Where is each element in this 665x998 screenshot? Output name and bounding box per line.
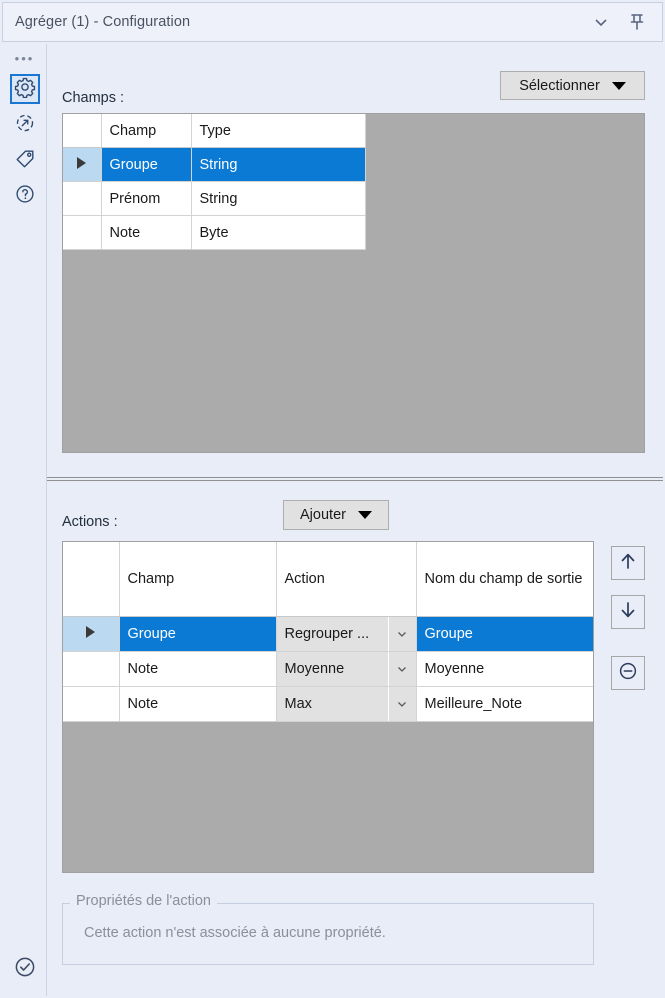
refresh-arrow-icon (14, 112, 36, 139)
check-circle-icon (13, 955, 37, 984)
pin-icon[interactable] (626, 11, 648, 33)
select-fields-label: Sélectionner (519, 77, 600, 94)
chevron-down-icon[interactable] (387, 652, 416, 686)
chevron-down-icon[interactable] (387, 687, 416, 721)
action-properties-message: Cette action n'est associée à aucune pro… (84, 925, 386, 941)
row-marker[interactable] (63, 616, 120, 652)
add-action-button[interactable]: Ajouter (283, 500, 389, 530)
rail-item-refresh[interactable] (10, 110, 40, 140)
fields-grid[interactable]: Champ Type Groupe String Prénom String N… (62, 113, 645, 453)
action-output-name-cell[interactable]: Meilleure_Note (416, 686, 593, 722)
arrow-up-icon (617, 550, 639, 577)
field-name-cell[interactable]: Note (101, 215, 192, 250)
move-up-button[interactable] (611, 546, 645, 580)
chevron-down-icon[interactable] (387, 617, 416, 651)
field-type-cell[interactable]: Byte (191, 215, 366, 250)
move-down-button[interactable] (611, 595, 645, 629)
rail-item-tags[interactable] (10, 146, 40, 176)
table-row[interactable]: Note Max Meilleure_Note (63, 686, 593, 722)
rail-item-validate[interactable] (10, 954, 40, 984)
panel-splitter[interactable] (47, 477, 663, 481)
action-output-name-cell[interactable]: Moyenne (416, 651, 593, 687)
actions-header-rowmarker (63, 542, 120, 617)
fields-header-champ[interactable]: Champ (101, 114, 192, 148)
table-row[interactable]: Note Byte (63, 215, 366, 250)
row-marker[interactable] (63, 147, 102, 182)
rail-item-help[interactable] (10, 181, 40, 211)
add-action-label: Ajouter (300, 507, 346, 523)
remove-action-button[interactable] (611, 656, 645, 690)
fields-header-row: Champ Type (63, 114, 366, 148)
chevron-down-icon[interactable] (590, 11, 612, 33)
table-row[interactable]: Groupe String (63, 147, 366, 182)
actions-header-row: Champ Action Nom du champ de sortie (63, 542, 593, 617)
fields-header-type[interactable]: Type (191, 114, 366, 148)
actions-label: Actions : (62, 514, 118, 530)
actions-grid[interactable]: Champ Action Nom du champ de sortie Grou… (62, 541, 594, 873)
arrow-down-icon (617, 599, 639, 626)
action-field-cell[interactable]: Note (119, 686, 277, 722)
actions-header-action[interactable]: Action (276, 542, 417, 617)
action-type-combo[interactable]: Regrouper ... (276, 616, 417, 652)
aggregate-configuration-panel: Agréger (1) - Configuration ••• Champs:… (0, 0, 665, 998)
actions-table: Champ Action Nom du champ de sortie Grou… (63, 542, 593, 722)
table-row[interactable]: Prénom String (63, 181, 366, 216)
help-question-icon (14, 183, 36, 210)
panel-title: Agréger (1) - Configuration (15, 14, 191, 30)
action-type-value: Regrouper ... (284, 626, 370, 642)
caret-down-icon (357, 511, 372, 519)
titlebar-icon-group (590, 11, 648, 33)
select-fields-button[interactable]: Sélectionner (500, 71, 645, 100)
action-type-combo[interactable]: Max (276, 686, 417, 722)
row-marker[interactable] (63, 686, 120, 722)
fields-header-rowmarker (63, 114, 102, 148)
action-type-value: Max (284, 696, 312, 712)
action-type-value: Moyenne (284, 661, 345, 677)
action-field-cell[interactable]: Groupe (119, 616, 277, 652)
actions-header-output-name[interactable]: Nom du champ de sortie (416, 542, 593, 617)
caret-down-icon (611, 81, 626, 90)
action-output-name-cell[interactable]: Groupe (416, 616, 593, 652)
action-type-combo[interactable]: Moyenne (276, 651, 417, 687)
row-marker[interactable] (63, 215, 102, 250)
gear-icon (14, 76, 36, 103)
minus-circle-icon (617, 660, 639, 687)
panel-titlebar: Agréger (1) - Configuration (2, 2, 663, 42)
row-marker[interactable] (63, 181, 102, 216)
action-field-cell[interactable]: Note (119, 651, 277, 687)
field-name-cell[interactable]: Groupe (101, 147, 192, 182)
row-current-arrow-icon (86, 626, 96, 638)
rail-item-configuration[interactable] (10, 74, 40, 104)
field-type-cell[interactable]: String (191, 147, 366, 182)
table-row[interactable]: Groupe Regrouper ... Groupe (63, 616, 593, 652)
rail-overflow-dots[interactable]: ••• (2, 52, 47, 65)
field-type-cell[interactable]: String (191, 181, 366, 216)
actions-header-champ[interactable]: Champ (119, 542, 277, 617)
fields-table: Champ Type Groupe String Prénom String N… (63, 114, 366, 250)
field-name-cell[interactable]: Prénom (101, 181, 192, 216)
tag-icon (14, 148, 36, 175)
left-icon-rail: ••• (2, 44, 47, 996)
table-row[interactable]: Note Moyenne Moyenne (63, 651, 593, 687)
row-marker[interactable] (63, 651, 120, 687)
row-current-arrow-icon (77, 156, 87, 169)
fields-label: Champs : (62, 90, 125, 106)
action-properties-title: Propriétés de l'action (70, 893, 217, 909)
